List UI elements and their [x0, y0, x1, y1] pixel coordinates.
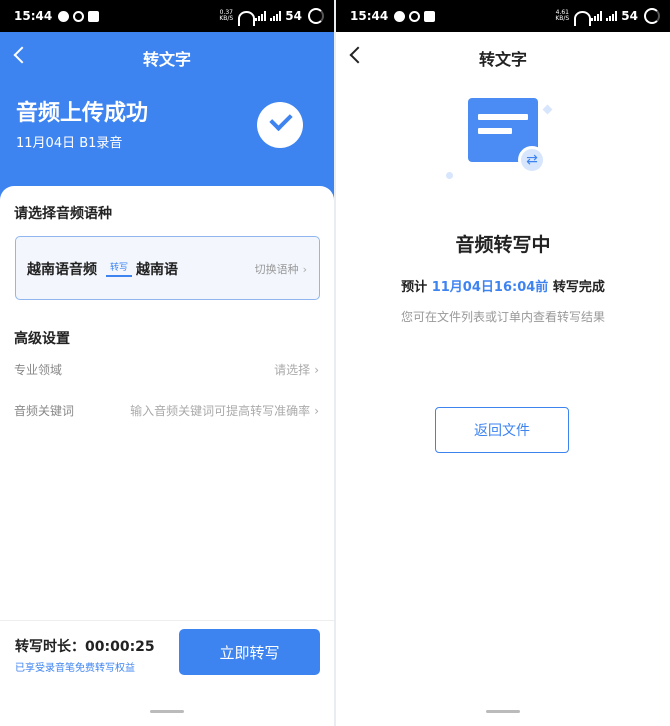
back-icon[interactable]: [349, 46, 367, 64]
status-bar: 15:44 0.37 KB/S 54: [0, 0, 334, 32]
transcribe-duration: 转写时长：00:00:25: [15, 639, 155, 655]
keyword-input[interactable]: 输入音频关键词可提高转写准确率 ›: [130, 402, 319, 419]
eta-time: 11月04日16:04前: [431, 280, 549, 295]
decor-dot: [446, 172, 453, 179]
home-indicator[interactable]: [150, 710, 184, 713]
signal-icon: [591, 11, 603, 21]
battery-icon: [308, 8, 324, 24]
back-icon[interactable]: [13, 46, 31, 64]
network-speed: 0.37 KB/S: [219, 9, 234, 22]
do-not-disturb-icon: [409, 10, 421, 22]
status-bar: 15:44 4.61 KB/S 54: [336, 0, 670, 32]
document-convert-icon: ⇄: [446, 98, 556, 208]
notification-dot-icon: [394, 10, 406, 22]
source-language: 越南语音频: [27, 262, 97, 278]
do-not-disturb-icon: [73, 10, 85, 22]
mail-icon: [424, 10, 436, 22]
decor-diamond: [542, 104, 553, 115]
target-language: 越南语: [136, 262, 178, 278]
keyword-row[interactable]: 音频关键词 输入音频关键词可提高转写准确率 ›: [14, 402, 319, 419]
chevron-right-icon: ›: [314, 404, 319, 418]
battery-level: 54: [285, 9, 302, 23]
domain-label: 专业领域: [14, 363, 63, 377]
language-section-title: 请选择音频语种: [14, 206, 112, 222]
status-time: 15:44: [350, 9, 389, 23]
nav-bar: 转文字: [0, 32, 334, 84]
battery-level: 54: [621, 9, 638, 23]
battery-icon: [644, 8, 660, 24]
result-hint: 您可在文件列表或订单内查看转写结果: [400, 310, 605, 324]
transcribing-screen: 15:44 4.61 KB/S 54 转文字 ⇄ 音频转写中 预计 11月04日1…: [336, 0, 670, 726]
keyword-label: 音频关键词: [14, 404, 75, 418]
page-title: 转文字: [142, 50, 191, 69]
domain-value: 请选择 ›: [274, 363, 319, 377]
advanced-settings-title: 高级设置: [14, 331, 70, 347]
recording-name: 11月04日 B1录音: [16, 136, 123, 151]
wifi-icon: [574, 11, 592, 26]
upload-success-screen: 15:44 0.37 KB/S 54 转文字 音频上传成功 11月04日 B1录音…: [0, 0, 334, 726]
status-time: 15:44: [14, 9, 53, 23]
domain-row[interactable]: 专业领域 请选择 ›: [14, 361, 319, 378]
nav-bar: 转文字: [336, 32, 670, 84]
signal-icon-2: [270, 11, 282, 21]
convert-arrow-icon: 转写: [106, 260, 132, 277]
signal-icon-2: [606, 11, 618, 21]
signal-icon: [255, 11, 267, 21]
mail-icon: [88, 10, 100, 22]
language-selector[interactable]: 越南语音频 转写 越南语 切换语种 ›: [15, 236, 320, 300]
eta-text: 预计 11月04日16:04前 转写完成: [401, 280, 605, 295]
check-icon: [257, 102, 303, 148]
transcribing-title: 音频转写中: [455, 234, 551, 256]
bottom-action-bar: 转写时长：00:00:25 已享受录音笔免费转写权益 立即转写: [0, 620, 334, 726]
chevron-right-icon: ›: [302, 263, 307, 276]
start-transcribe-button[interactable]: 立即转写: [179, 629, 320, 675]
return-to-files-button[interactable]: 返回文件: [435, 407, 569, 453]
wifi-icon: [238, 11, 256, 26]
benefit-note: 已享受录音笔免费转写权益: [15, 663, 135, 674]
network-speed: 4.61 KB/S: [555, 9, 570, 22]
home-indicator[interactable]: [486, 710, 520, 713]
swap-icon: ⇄: [518, 146, 546, 174]
notification-dot-icon: [58, 10, 70, 22]
upload-success-title: 音频上传成功: [16, 101, 149, 126]
page-title: 转文字: [478, 50, 527, 69]
switch-language-link[interactable]: 切换语种 ›: [255, 261, 307, 277]
chevron-right-icon: ›: [314, 363, 319, 377]
